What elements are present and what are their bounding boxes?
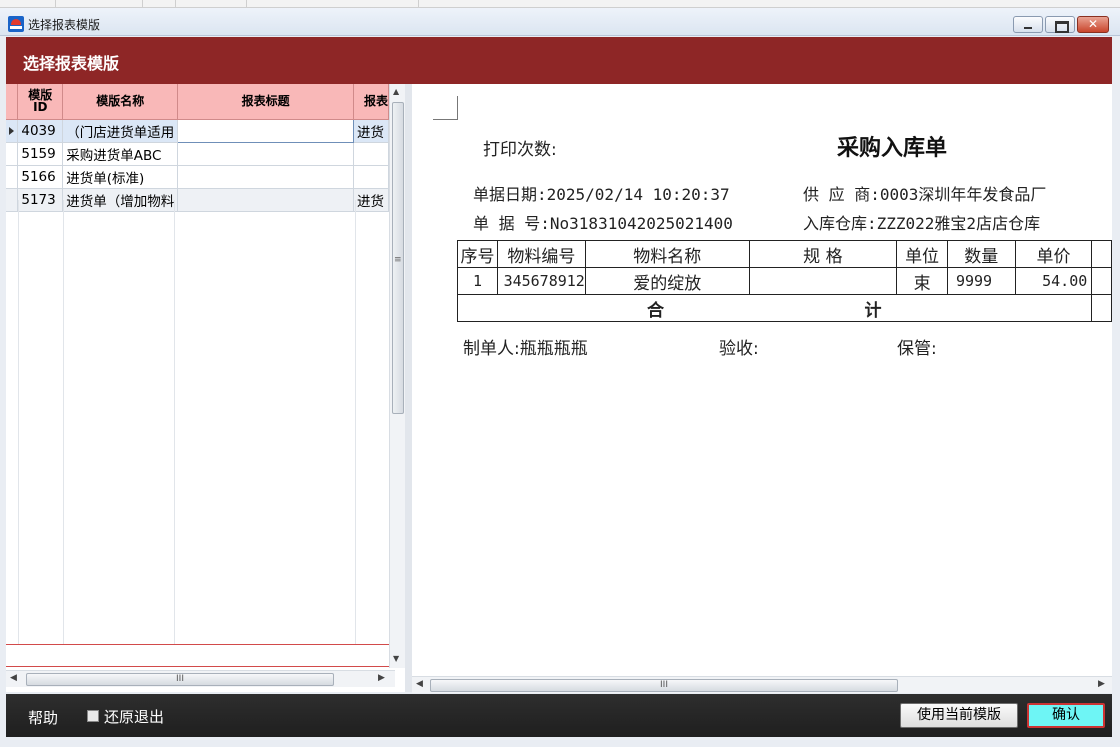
warehouse-line: 入库仓库:ZZZ022雅宝2店店仓库 [803,214,1041,233]
report-cell-qty: 9999 [946,267,1016,295]
row-indicator [6,119,19,143]
report-col-seq: 序号 [457,240,498,268]
help-link[interactable]: 帮助 [28,707,58,728]
window-bottom-frame [0,737,1120,747]
close-button[interactable] [1077,16,1109,33]
scroll-right-arrow-icon[interactable]: ▶ [1098,679,1105,689]
supplier-line: 供 应 商:0003深圳年年发食品厂 [803,185,1047,204]
scroll-down-arrow-icon[interactable]: ▼ [393,654,399,663]
row-indicator [6,142,19,166]
report-cell-seq: 1 [457,267,498,295]
dialog-footer: 帮助 还原退出 使用当前模版 确认 [6,694,1112,737]
cell-title[interactable] [177,188,354,212]
cell-name[interactable]: 进货单(标准) [62,165,179,189]
dialog-header: 选择报表模版 [6,37,1112,84]
scroll-left-arrow-icon[interactable]: ◀ [416,679,423,689]
report-col-price: 单价 [1014,240,1093,268]
table-row[interactable]: 5166 进货单(标准) [6,165,389,189]
check-label: 验收: [719,339,759,359]
cell-title[interactable] [177,142,354,166]
preview-horizontal-scrollbar[interactable]: ◀ III ▶ [412,676,1112,693]
print-count-label: 打印次数: [483,140,557,160]
page-corner-mark [433,96,458,120]
grid-vertical-scrollbar[interactable]: ▲ ▼ [389,84,405,668]
col-header-title[interactable]: 报表标题 [177,84,354,120]
report-cell-code: 345678912 [496,267,586,295]
report-data-row: 1 345678912 爱的绽放 束 9999 54.00 [457,267,1112,295]
maker-line: 制单人:瓶瓶瓶瓶 [463,339,588,359]
col-header-report[interactable]: 报表 [353,84,389,120]
report-cell-price: 54.00 [1014,267,1093,295]
cell-title[interactable] [177,165,354,189]
cell-id[interactable]: 5159 [17,142,64,166]
report-col-extra [1091,240,1112,268]
cell-name[interactable]: （门店进货单适用 [62,119,179,143]
report-cell-unit: 束 [896,267,948,295]
report-col-name: 物料名称 [584,240,750,268]
total-right-label: 计 [864,300,882,321]
cell-title[interactable] [177,118,354,143]
cell-report[interactable]: 进货 [353,188,389,212]
report-col-spec: 规 格 [748,240,898,268]
report-cell-name: 爱的绽放 [584,267,750,295]
scroll-right-arrow-icon[interactable]: ▶ [378,673,385,683]
doc-title: 采购入库单 [837,135,948,161]
current-row-icon [9,126,14,135]
report-col-qty: 数量 [946,240,1016,268]
scroll-thumb[interactable]: III [26,673,334,686]
scroll-up-arrow-icon[interactable]: ▲ [393,87,399,96]
cell-name[interactable]: 进货单（增加物料 [62,188,179,212]
report-col-code: 物料编号 [496,240,586,268]
maximize-button[interactable] [1045,16,1075,33]
restore-exit-label[interactable]: 还原退出 [104,706,164,727]
total-left-label: 合 [647,300,664,321]
header-title: 选择报表模版 [23,54,120,73]
app-icon [8,16,24,32]
scroll-left-arrow-icon[interactable]: ◀ [10,673,17,683]
grid-footer-row [6,644,389,668]
template-table: 模版ID 模版名称 报表标题 报表 4039 （门店进货单适用 进货 5159 [6,84,389,212]
cell-id[interactable]: 5173 [17,188,64,212]
grid-horizontal-scrollbar[interactable]: ◀ III ▶ [6,670,395,687]
cell-id[interactable]: 5166 [17,165,64,189]
report-preview: 打印次数: 采购入库单 单据日期:2025/02/14 10:20:37 供 应… [412,84,1112,676]
report-table: 序号 物料编号 物料名称 规 格 单位 数量 单价 1 345678912 爱的… [456,240,1112,322]
keeper-label: 保管: [897,339,937,359]
col-header-name[interactable]: 模版名称 [62,84,179,120]
confirm-button[interactable]: 确认 [1027,703,1105,728]
scroll-thumb[interactable] [392,102,404,414]
cell-report[interactable]: 进货 [353,119,389,143]
pane-splitter[interactable] [405,84,412,692]
restore-exit-checkbox[interactable] [87,710,99,722]
use-current-template-button[interactable]: 使用当前模版 [900,703,1018,728]
cell-report[interactable] [353,142,389,166]
background-strip [0,0,1120,8]
report-total-row: 合计 [456,294,1112,322]
cell-report[interactable] [353,165,389,189]
template-list-pane: 模版ID 模版名称 报表标题 报表 4039 （门店进货单适用 进货 5159 [6,84,405,692]
row-indicator [6,188,19,212]
doc-number-line: 单 据 号:No31831042025021400 [473,214,733,233]
window-title: 选择报表模版 [28,18,101,32]
table-row[interactable]: 4039 （门店进货单适用 进货 [6,118,389,143]
date-line: 单据日期:2025/02/14 10:20:37 [473,185,730,204]
table-row[interactable]: 5159 采购进货单ABC [6,142,389,166]
window-titlebar: 选择报表模版 [0,8,1120,36]
cell-id[interactable]: 4039 [17,119,64,143]
cell-name[interactable]: 采购进货单ABC [62,142,179,166]
grid-column-lines [6,200,389,644]
minimize-button[interactable] [1013,16,1043,33]
scroll-thumb[interactable]: III [430,679,898,692]
report-cell-extra [1091,267,1112,295]
col-header-id[interactable]: 模版 ID [17,84,64,120]
report-header-row: 序号 物料编号 物料名称 规 格 单位 数量 单价 [457,240,1112,268]
template-grid[interactable]: 模版ID 模版名称 报表标题 报表 4039 （门店进货单适用 进货 5159 [6,84,389,644]
report-total-extra [1091,294,1112,322]
report-total-cell: 合计 [456,294,1093,322]
header-indicator [6,84,19,120]
report-col-unit: 单位 [896,240,948,268]
row-indicator [6,165,19,189]
report-cell-spec [748,267,898,295]
table-row[interactable]: 5173 进货单（增加物料 进货 [6,188,389,212]
